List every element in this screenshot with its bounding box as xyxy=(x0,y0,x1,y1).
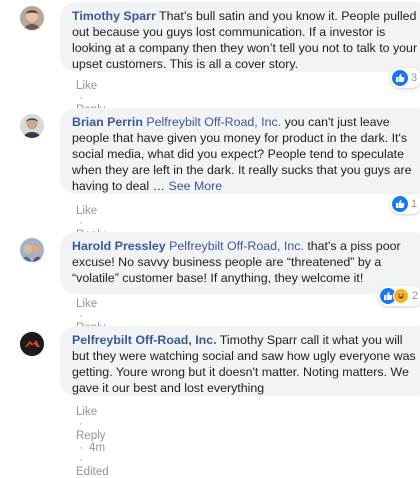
reaction-count: 1 xyxy=(411,198,418,210)
reactions-summary[interactable]: 2 xyxy=(378,286,420,306)
comment-actions: Like · Reply · 4m · Edited xyxy=(76,406,109,478)
reaction-count: 3 xyxy=(411,72,418,84)
reply-link[interactable]: Reply xyxy=(76,430,105,442)
like-link[interactable]: Like xyxy=(76,298,97,310)
comment-bubble: Harold Pressley Pelfreybilt Off-Road, In… xyxy=(60,232,420,294)
comment-author[interactable]: Brian Perrin xyxy=(72,115,143,129)
like-link[interactable]: Like xyxy=(76,406,97,418)
reaction-count: 2 xyxy=(412,290,419,302)
haha-reaction-icon xyxy=(393,288,409,304)
separator: · xyxy=(79,310,83,322)
like-reaction-icon xyxy=(392,196,408,212)
comment-author[interactable]: Harold Pressley xyxy=(72,239,166,253)
reactions-summary[interactable]: 3 xyxy=(390,68,420,88)
edited-label[interactable]: Edited xyxy=(76,466,109,478)
separator: · xyxy=(79,454,83,466)
separator: · xyxy=(79,217,83,229)
comment-author[interactable]: Timothy Sparr xyxy=(72,9,156,23)
avatar[interactable] xyxy=(20,238,44,262)
comment-bubble: Timothy Sparr That’s bull satin and you … xyxy=(60,2,420,72)
tagged-page[interactable]: Pelfreybilt Off-Road, Inc. xyxy=(146,115,281,129)
reactions-summary[interactable]: 1 xyxy=(390,194,420,214)
separator: · xyxy=(79,92,83,104)
timestamp[interactable]: 4m xyxy=(89,442,105,454)
tagged-page[interactable]: Pelfreybilt Off-Road, Inc. xyxy=(169,239,304,253)
comment-author[interactable]: Pelfreybilt Off-Road, Inc. xyxy=(72,333,217,347)
comment-bubble: Brian Perrin Pelfreybilt Off-Road, Inc. … xyxy=(60,108,420,194)
separator: · xyxy=(79,442,83,454)
avatar[interactable] xyxy=(20,114,44,138)
separator: · xyxy=(79,418,83,430)
comment-bubble: Pelfreybilt Off-Road, Inc. Timothy Sparr… xyxy=(60,326,420,396)
see-more-link[interactable]: See More xyxy=(168,179,222,193)
like-link[interactable]: Like xyxy=(76,205,97,217)
like-link[interactable]: Like xyxy=(76,80,97,92)
like-reaction-icon xyxy=(392,70,408,86)
avatar[interactable] xyxy=(20,332,44,356)
avatar[interactable] xyxy=(20,6,44,30)
